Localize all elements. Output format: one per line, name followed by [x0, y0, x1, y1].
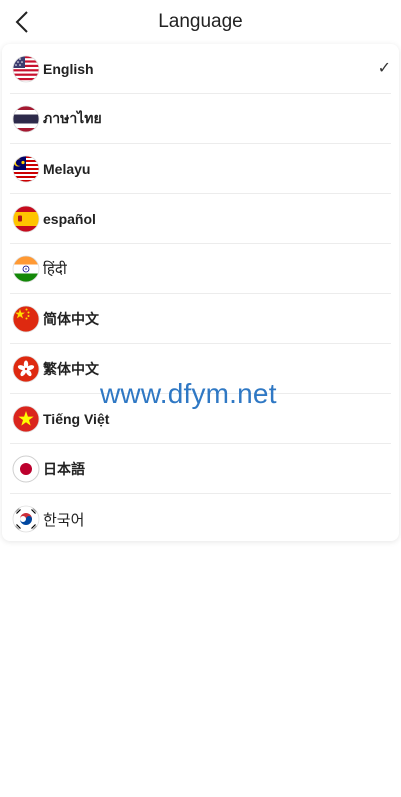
language-label: ภาษาไทย [43, 109, 102, 126]
language-label: 简体中文 [43, 310, 99, 327]
language-item-thai[interactable]: ภาษาไทย [10, 94, 391, 144]
language-item-spanish[interactable]: español [10, 194, 391, 244]
language-label: हिंदी [43, 260, 67, 278]
language-label: 한국어 [43, 511, 85, 529]
language-item-hindi[interactable]: हिंदी [10, 244, 391, 294]
language-item-english[interactable]: English ✓ [10, 44, 391, 94]
chevron-left-icon [15, 11, 28, 33]
language-item-japanese[interactable]: 日本語 [10, 444, 391, 494]
back-button[interactable] [8, 8, 36, 36]
language-item-korean[interactable]: 한국어 [10, 494, 391, 544]
language-label: 繁体中文 [43, 360, 99, 377]
selected-check-icon: ✓ [377, 60, 391, 77]
language-item-simplified-chinese[interactable]: 简体中文 [10, 294, 391, 344]
language-label: English [43, 60, 94, 77]
language-label: Tiếng Việt [43, 410, 110, 427]
language-label: español [43, 210, 96, 227]
hong-kong-flag-icon [12, 355, 40, 382]
japan-flag-icon [12, 455, 40, 482]
page-title: Language [158, 11, 243, 32]
us-flag-icon [12, 55, 40, 82]
language-item-malay[interactable]: Melayu [10, 144, 391, 194]
india-flag-icon [12, 255, 40, 282]
watermark-text: www.dfym.net [100, 378, 277, 409]
language-list: English ✓ ภาษาไทย Melayu español हिंदी 简… [2, 44, 399, 541]
spain-flag-icon [12, 205, 40, 232]
thailand-flag-icon [12, 105, 40, 132]
language-label: Melayu [43, 160, 91, 177]
korea-flag-icon [12, 505, 40, 533]
china-flag-icon [12, 305, 40, 332]
language-label: 日本語 [43, 460, 85, 477]
header-bar: Language [0, 0, 401, 44]
vietnam-flag-icon [12, 405, 40, 432]
malaysia-flag-icon [12, 155, 40, 182]
